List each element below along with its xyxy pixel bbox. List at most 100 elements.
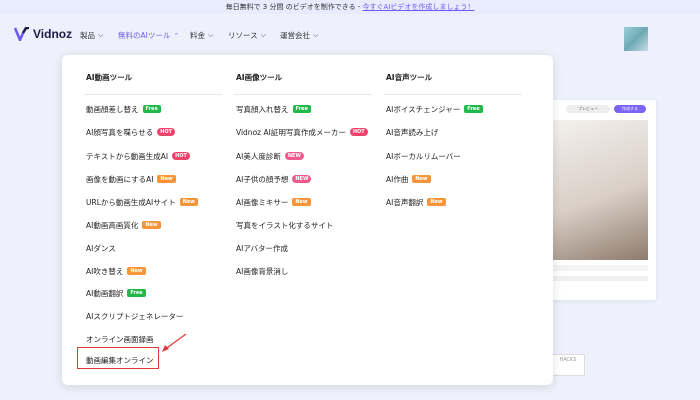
brand-logo[interactable]: Vidnoz [14, 26, 72, 42]
preview-controls [548, 265, 648, 271]
menu-item-label: AI美人度診断 [236, 151, 281, 161]
menu-item-label: オンライン画面録画 [86, 334, 154, 344]
column-title-audio-tools: AI音声ツール [386, 73, 433, 82]
nav-item-free-ai-tools[interactable]: 無料のAIツール ⌃ [118, 30, 179, 41]
menu-item-talking-photo[interactable]: AI顔写真を喋らせる HOT [86, 126, 176, 138]
menu-item-label: AI顔写真を喋らせる [86, 127, 154, 137]
menu-item-screen-recorder[interactable]: オンライン画面録画 [86, 333, 154, 345]
hot-badge: HOT [349, 128, 368, 136]
new-badge: New [157, 175, 176, 183]
new-badge: New [427, 198, 446, 206]
announcement-text: 毎日無料で 3 分間 のビデオを制作できる - [225, 3, 363, 11]
annotation-highlight-box [77, 347, 159, 369]
menu-item-ai-music[interactable]: AI作曲 New [386, 173, 431, 185]
nav-item-resources[interactable]: リソース ⌵ [228, 30, 266, 41]
free-badge: Free [127, 289, 146, 297]
free-badge: Free [464, 105, 483, 113]
announcement-bar: 毎日無料で 3 分間 のビデオを制作できる - 今すぐAIビデオを作成しましょう… [0, 0, 700, 14]
annotation-arrow-icon [162, 333, 187, 352]
column-title-video-tools: AI動画ツール [86, 73, 133, 82]
chevron-down-icon: ⌵ [98, 31, 104, 39]
menu-item-background-remover[interactable]: AI画像背景消し [236, 265, 288, 277]
menu-item-image-mixer[interactable]: AI画像ミキサー New [236, 196, 311, 208]
nav-item-label: 製品 [80, 31, 95, 40]
menu-item-url-to-video[interactable]: URLから動画生成AIサイト New [86, 196, 198, 208]
menu-item-ai-dance[interactable]: AIダンス [86, 242, 116, 254]
menu-item-label: AIダンス [86, 243, 116, 253]
menu-item-label: AI子供の顔予想 [236, 174, 289, 184]
menu-item-photo-face-swap[interactable]: 写真顔入れ替え Free [236, 103, 311, 115]
menu-item-label: 写真をイラスト化するサイト [236, 220, 334, 230]
chevron-down-icon: ⌵ [260, 31, 266, 39]
menu-item-label: AI作曲 [386, 174, 409, 184]
vidnoz-logo-icon [14, 27, 30, 41]
menu-item-label: テキストから動画生成AI [86, 151, 169, 161]
nav-item-pricing[interactable]: 料金 ⌵ [190, 30, 213, 41]
user-avatar[interactable] [624, 27, 648, 51]
menu-item-label: AI画像ミキサー [236, 197, 289, 207]
free-ai-tools-dropdown: AI動画ツール 動画顔差し替え Free AI顔写真を喋らせる HOT テキストから… [62, 55, 553, 385]
menu-item-label: AI吹き替え [86, 266, 124, 276]
menu-item-video-face-swap[interactable]: 動画顔差し替え Free [86, 103, 161, 115]
menu-item-label: AI動画高画質化 [86, 220, 139, 230]
menu-item-video-upscale[interactable]: AI動画高画質化 New [86, 219, 161, 231]
hot-badge: HOT [157, 128, 176, 136]
column-divider [84, 94, 222, 95]
nav-item-products[interactable]: 製品 ⌵ [80, 30, 103, 41]
free-badge: Free [292, 105, 311, 113]
chevron-down-icon: ⌵ [208, 31, 214, 39]
new-badge: New [292, 198, 311, 206]
menu-item-label: Vidnoz AI証明写真作成メーカー [236, 127, 346, 137]
new-badge: New [127, 267, 146, 275]
menu-item-avatar-creator[interactable]: AIアバター作成 [236, 242, 288, 254]
main-nav: Vidnoz 製品 ⌵ 無料のAIツール ⌃ 料金 ⌵ リソース ⌵ 運営会社 ⌵ [0, 14, 700, 52]
menu-item-ai-dubbing[interactable]: AI吹き替え New [86, 265, 146, 277]
menu-item-label: AI音声翻訳 [386, 197, 424, 207]
column-title-image-tools: AI画像ツール [236, 73, 283, 82]
chevron-up-icon: ⌃ [173, 31, 180, 40]
background-preview-card: プレビュー 作成する [540, 100, 656, 300]
nav-item-label: 料金 [190, 31, 205, 40]
background-badge: HACKS [551, 354, 585, 376]
menu-item-voice-changer[interactable]: AIボイスチェンジャー Free [386, 103, 483, 115]
menu-item-label: 動画顔差し替え [86, 104, 139, 114]
free-badge: Free [142, 105, 161, 113]
column-divider [384, 94, 522, 95]
new-badge: New [412, 175, 431, 183]
menu-item-label: AIボイスチェンジャー [386, 104, 461, 114]
hot-badge: HOT [172, 152, 190, 160]
nav-item-label: 無料のAIツール [118, 31, 171, 40]
new-badge: NEW [292, 175, 312, 183]
menu-item-label: 画像を動画にするAI [86, 174, 154, 184]
new-badge: NEW [284, 152, 304, 160]
new-badge: New [142, 221, 161, 229]
menu-item-voice-translate[interactable]: AI音声翻訳 New [386, 196, 446, 208]
menu-item-label: AI音声読み上げ [386, 127, 439, 137]
menu-item-video-translate[interactable]: AI動画翻訳 Free [86, 287, 146, 299]
announcement-cta-link[interactable]: 今すぐAIビデオを作成しましょう！ [363, 3, 475, 11]
menu-item-label: AIスクリプトジェネレーター [86, 311, 184, 321]
menu-item-image-to-video[interactable]: 画像を動画にするAI New [86, 173, 176, 185]
menu-item-vocal-remover[interactable]: AIボーカルリムーバー [386, 150, 461, 162]
menu-item-label: URLから動画生成AIサイト [86, 197, 176, 207]
preview-caption [548, 276, 648, 281]
preview-photo [548, 120, 648, 260]
menu-item-label: AIボーカルリムーバー [386, 151, 461, 161]
menu-item-baby-face-predictor[interactable]: AI子供の顔予想 NEW [236, 173, 312, 185]
menu-item-label: 写真顔入れ替え [236, 104, 289, 114]
menu-item-script-generator[interactable]: AIスクリプトジェネレーター [86, 310, 183, 322]
menu-item-text-to-speech[interactable]: AI音声読み上げ [386, 126, 438, 138]
menu-item-beauty-score[interactable]: AI美人度診断 NEW [236, 150, 304, 162]
column-divider [234, 94, 372, 95]
create-pill: 作成する [614, 105, 646, 113]
menu-item-label: AI動画翻訳 [86, 288, 124, 298]
nav-item-company[interactable]: 運営会社 ⌵ [280, 30, 318, 41]
menu-item-photo-to-illustration[interactable]: 写真をイラスト化するサイト [236, 219, 333, 231]
menu-item-label: AIアバター作成 [236, 243, 289, 253]
new-badge: New [179, 198, 198, 206]
menu-item-text-to-video[interactable]: テキストから動画生成AI HOT [86, 150, 190, 162]
menu-item-id-photo-maker[interactable]: Vidnoz AI証明写真作成メーカー HOT [236, 126, 368, 138]
nav-item-label: リソース [228, 31, 258, 40]
brand-name: Vidnoz [33, 27, 73, 41]
chevron-down-icon: ⌵ [313, 31, 319, 39]
